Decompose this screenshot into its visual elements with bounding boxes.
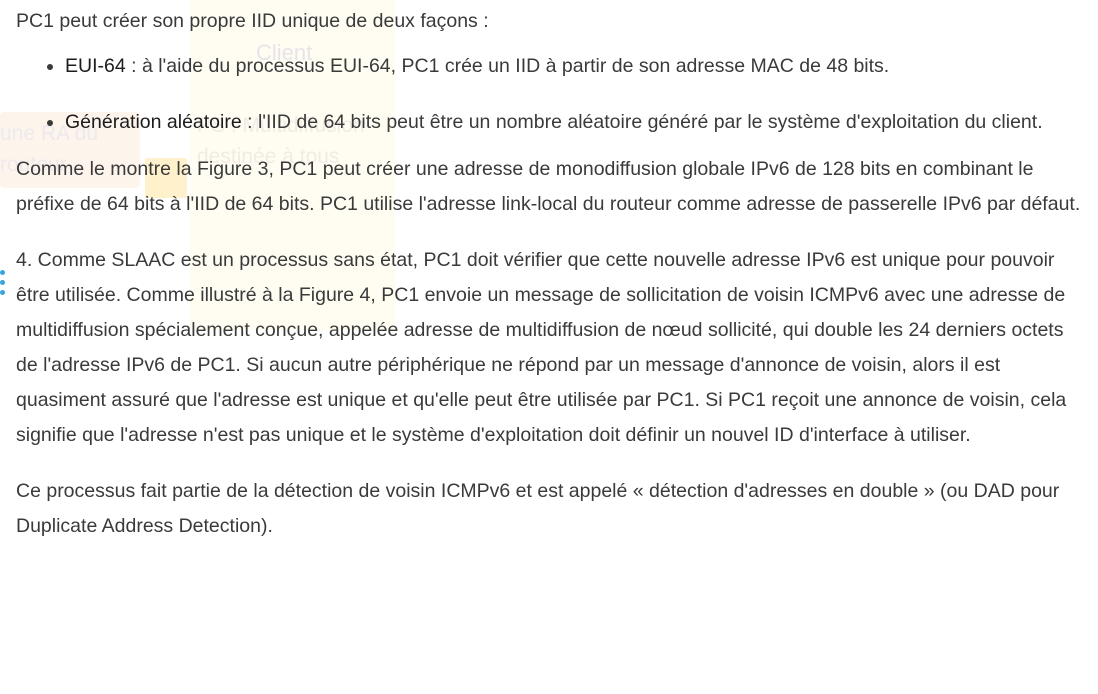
dad-paragraph: Ce processus fait partie de la détection… [16,480,1060,537]
step4-paragraph: 4. Comme SLAAC est un processus sans éta… [16,249,1067,446]
list-item-term: EUI-64 [65,55,126,77]
list-item-random: Génération aléatoire : l'IID de 64 bits … [65,105,1084,140]
article-body: PC1 peut créer son propre IID unique de … [0,0,1098,544]
list-item-text: : à l'aide du processus EUI-64, PC1 crée… [125,55,890,77]
figure3-paragraph: Comme le montre la Figure 3, PC1 peut cr… [16,158,1081,215]
list-item-eui64: EUI-64 : à l'aide du processus EUI-64, P… [65,49,1084,84]
list-item-term: Génération aléatoire [65,111,242,133]
iid-method-list: EUI-64 : à l'aide du processus EUI-64, P… [16,49,1084,140]
intro-paragraph: PC1 peut créer son propre IID unique de … [16,10,489,32]
list-item-text: : l'IID de 64 bits peut être un nombre a… [241,111,1043,133]
